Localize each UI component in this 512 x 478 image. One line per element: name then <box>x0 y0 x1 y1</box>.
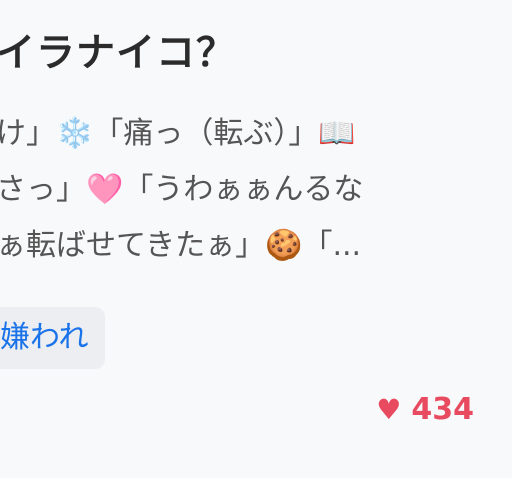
cookie-icon: 🍪 <box>265 228 303 263</box>
excerpt-text: け」 <box>0 116 56 151</box>
excerpt-line-3: ぁ転ばせてきたぁ」🍪「... <box>0 218 512 274</box>
excerpt-text: さっ」 <box>0 172 86 207</box>
excerpt-line-1: け」❄️「痛っ（転ぶ）」📖 <box>0 106 512 162</box>
tag-chip[interactable]: 嫌われ <box>0 307 105 369</box>
excerpt-line-2: さっ」🩷「うわぁぁんるな <box>0 162 512 218</box>
heart-icon: ♥ <box>376 393 402 426</box>
open-book-icon: 📖 <box>318 116 356 151</box>
excerpt-text: ぁ転ばせてきたぁ」 <box>0 228 266 263</box>
excerpt-text: 「うわぁぁんるな <box>123 172 364 207</box>
like-count: 434 <box>411 392 474 427</box>
excerpt-text: 「... <box>302 228 362 263</box>
like-counter[interactable]: ♥ 434 <box>376 392 474 427</box>
snowflake-icon: ❄️ <box>56 116 94 151</box>
post-excerpt: け」❄️「痛っ（転ぶ）」📖 さっ」🩷「うわぁぁんるな ぁ転ばせてきたぁ」🍪「..… <box>0 106 512 274</box>
pink-heart-icon: 🩷 <box>86 172 124 207</box>
post-title[interactable]: イラナイコ？ <box>0 22 236 78</box>
excerpt-text: 「痛っ（転ぶ）」 <box>93 116 319 151</box>
post-card[interactable]: イラナイコ？ け」❄️「痛っ（転ぶ）」📖 さっ」🩷「うわぁぁんるな ぁ転ばせてき… <box>0 0 512 478</box>
